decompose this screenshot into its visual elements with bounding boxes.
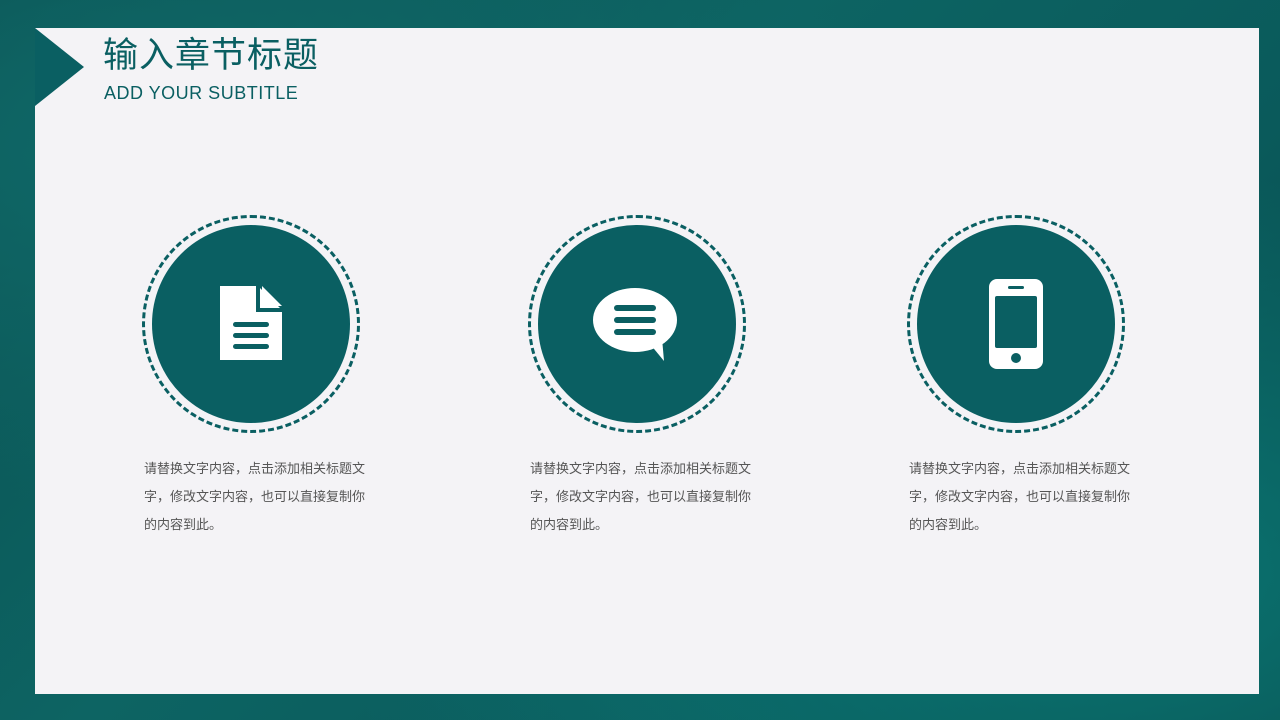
- icon-circle: [917, 225, 1115, 423]
- slide-title[interactable]: 输入章节标题: [103, 33, 319, 79]
- corner-triangle-decoration: [35, 28, 84, 106]
- smartphone-icon: [989, 279, 1043, 369]
- feature-description[interactable]: 请替换文字内容，点击添加相关标题文字，修改文字内容，也可以直接复制你的内容到此。: [530, 456, 755, 540]
- feature-description[interactable]: 请替换文字内容，点击添加相关标题文字，修改文字内容，也可以直接复制你的内容到此。: [144, 456, 369, 540]
- document-icon: [220, 286, 282, 360]
- slide-subtitle[interactable]: ADD YOUR SUBTITLE: [104, 82, 298, 104]
- icon-circle: [152, 225, 350, 423]
- icon-circle: [538, 225, 736, 423]
- chat-bubble-icon: [593, 288, 677, 361]
- feature-description[interactable]: 请替换文字内容，点击添加相关标题文字，修改文字内容，也可以直接复制你的内容到此。: [909, 456, 1134, 540]
